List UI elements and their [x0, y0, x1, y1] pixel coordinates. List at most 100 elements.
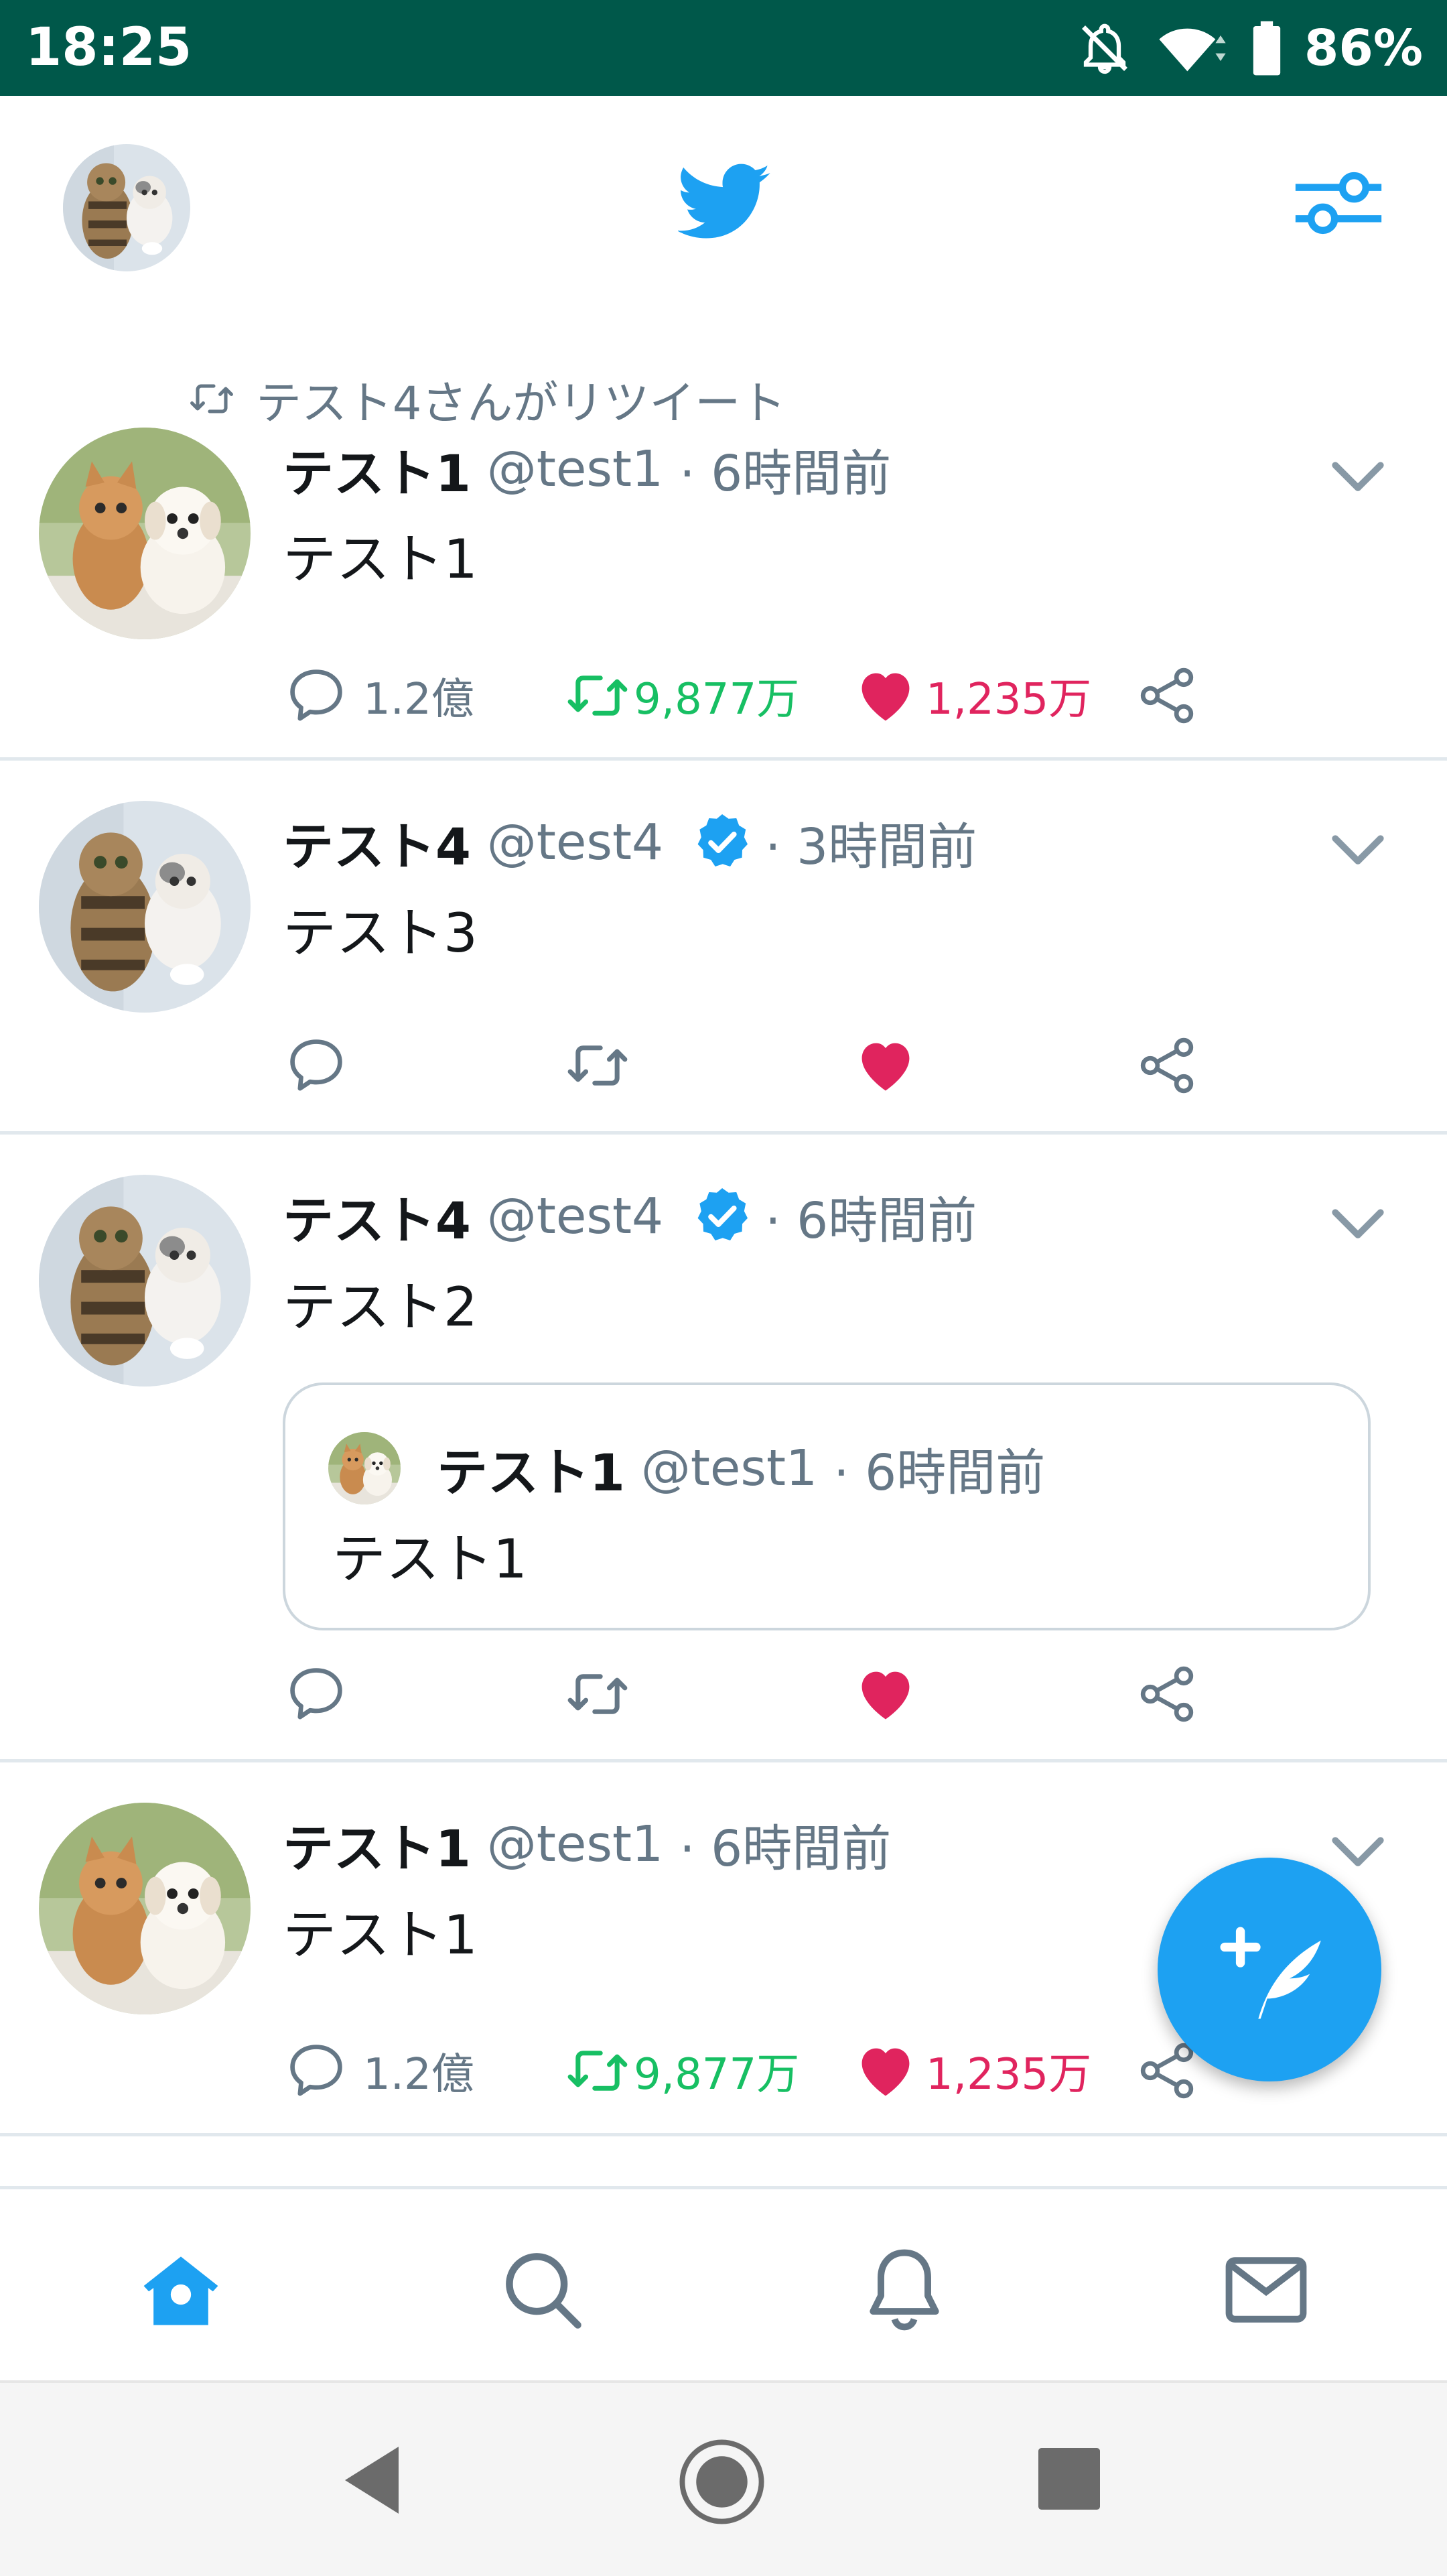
tweet-time: · 6時間前: [679, 444, 892, 503]
retweet-icon: [564, 662, 631, 729]
tweet-time: · 6時間前: [765, 1192, 977, 1250]
chevron-down-icon[interactable]: [1328, 458, 1388, 498]
profile-avatar-button[interactable]: [63, 144, 190, 271]
share-button[interactable]: [1133, 1657, 1200, 1731]
tweet-header: テスト4 @test4 · 3時間前: [283, 806, 977, 879]
retweet-button[interactable]: [564, 1029, 631, 1102]
bell-icon[interactable]: [857, 2243, 951, 2337]
author-name[interactable]: テスト1: [283, 1807, 471, 1881]
reply-button[interactable]: [283, 1029, 350, 1102]
wifi-icon: [1159, 28, 1226, 72]
search-icon[interactable]: [496, 2243, 590, 2337]
reply-count: 1.2億: [363, 2050, 474, 2100]
quoted-tweet[interactable]: テスト1 @test1 · 6時間前 テスト1: [283, 1382, 1371, 1630]
heart-icon: [852, 662, 919, 729]
tweet-text: テスト3: [283, 902, 478, 964]
reply-button[interactable]: 1.2億: [283, 2034, 474, 2108]
tweet[interactable]: テスト4 @test4 · 6時間前 テスト2 テスト1 @test1 · 6時…: [0, 1135, 1447, 1762]
quoted-author-handle: @test1: [640, 1439, 818, 1497]
quoted-header: テスト1 @test1 · 6時間前: [437, 1435, 1045, 1502]
reply-button[interactable]: 1.2億: [283, 659, 474, 732]
author-handle: @test4: [486, 814, 664, 871]
like-button[interactable]: 1,235万: [852, 2034, 1091, 2108]
avatar[interactable]: [39, 1175, 251, 1387]
verified-badge-icon: [690, 810, 754, 875]
share-icon: [1133, 662, 1200, 729]
bottom-navigation: [0, 2186, 1447, 2384]
avatar-image: [39, 428, 251, 639]
avatar-image: [39, 1175, 251, 1387]
tweet-header: テスト1 @test1 · 6時間前: [283, 436, 891, 503]
tweet-text: テスト1: [283, 1904, 478, 1966]
author-name[interactable]: テスト4: [283, 1179, 471, 1253]
share-button[interactable]: [1133, 1029, 1200, 1102]
tweet-header: テスト4 @test4 · 6時間前: [283, 1183, 977, 1250]
home-circle-icon[interactable]: [677, 2437, 767, 2527]
retweet-label: テスト4さんがリツイート: [182, 372, 786, 430]
avatar-image: [39, 1803, 251, 2014]
avatar-image: [328, 1432, 401, 1504]
status-bar: 18:25 86%: [0, 0, 1447, 96]
quoted-author-name: テスト1: [437, 1443, 625, 1502]
status-icons: 86%: [1077, 15, 1423, 82]
avatar[interactable]: [39, 801, 251, 1013]
reply-count: 1.2億: [363, 675, 474, 724]
tweet-actions: [283, 1029, 1221, 1102]
reply-icon: [283, 1032, 350, 1099]
like-button[interactable]: [852, 1657, 919, 1731]
author-name[interactable]: テスト4: [283, 806, 471, 879]
share-button[interactable]: [1133, 659, 1200, 732]
app-header: [0, 96, 1447, 317]
tweet[interactable]: テスト4 @test4 · 3時間前 テスト3: [0, 761, 1447, 1135]
mail-icon[interactable]: [1219, 2243, 1313, 2337]
like-button[interactable]: [852, 1029, 919, 1102]
tweet-time: · 3時間前: [765, 818, 977, 876]
quoted-tweet-text: テスト1: [332, 1528, 527, 1590]
avatar[interactable]: [39, 428, 251, 639]
tweet-actions: 1.2億 9,877万 1,235万: [283, 2034, 1221, 2108]
like-count: 1,235万: [926, 675, 1092, 724]
heart-icon: [852, 1032, 919, 1099]
retweet-button[interactable]: [564, 1657, 631, 1731]
author-handle: @test1: [486, 1815, 664, 1873]
avatar-image: [63, 144, 190, 271]
battery-percent: 86%: [1304, 19, 1423, 77]
tweet-time: · 6時間前: [679, 1819, 892, 1878]
chevron-down-icon[interactable]: [1328, 1205, 1388, 1245]
recents-icon[interactable]: [1038, 2448, 1100, 2510]
retweet-button[interactable]: 9,877万: [564, 2034, 799, 2108]
heart-icon: [852, 2037, 919, 2104]
compose-quill-icon: [1220, 1927, 1321, 2019]
system-navigation-bar: [0, 2380, 1447, 2576]
tweet-text: テスト2: [283, 1276, 478, 1338]
retweet-button[interactable]: 9,877万: [564, 659, 799, 732]
heart-icon: [852, 1661, 919, 1728]
reply-icon: [283, 662, 350, 729]
home-icon[interactable]: [134, 2243, 228, 2337]
author-handle: @test1: [486, 440, 664, 498]
reply-icon: [283, 1661, 350, 1728]
timeline-filter-icon[interactable]: [1292, 163, 1385, 243]
tweet-header: テスト1 @test1 · 6時間前: [283, 1811, 891, 1878]
author-name[interactable]: テスト1: [283, 432, 471, 506]
retweet-count: 9,877万: [634, 2050, 800, 2100]
like-button[interactable]: 1,235万: [852, 659, 1091, 732]
verified-badge-icon: [690, 1184, 754, 1248]
tweet-text: テスト1: [283, 528, 478, 590]
retweet-small-icon: [182, 375, 241, 423]
reply-button[interactable]: [283, 1657, 350, 1731]
retweet-icon: [564, 2037, 631, 2104]
compose-tweet-button[interactable]: [1158, 1858, 1381, 2081]
tweet-actions: [283, 1657, 1221, 1731]
notifications-off-icon: [1081, 23, 1127, 74]
avatar[interactable]: [39, 1803, 251, 2014]
battery-icon: [1253, 21, 1281, 76]
chevron-down-icon[interactable]: [1328, 831, 1388, 871]
twitter-bird-icon: [678, 164, 770, 239]
back-icon[interactable]: [338, 2443, 405, 2517]
tweet[interactable]: テスト4さんがリツイート テスト1 @test1 · 6時間前 テスト1 1.2…: [0, 317, 1447, 761]
quoted-tweet-time: · 6時間前: [833, 1443, 1046, 1502]
status-time: 18:25: [25, 17, 192, 78]
retweet-icon: [564, 1032, 631, 1099]
retweet-count: 9,877万: [634, 675, 800, 724]
